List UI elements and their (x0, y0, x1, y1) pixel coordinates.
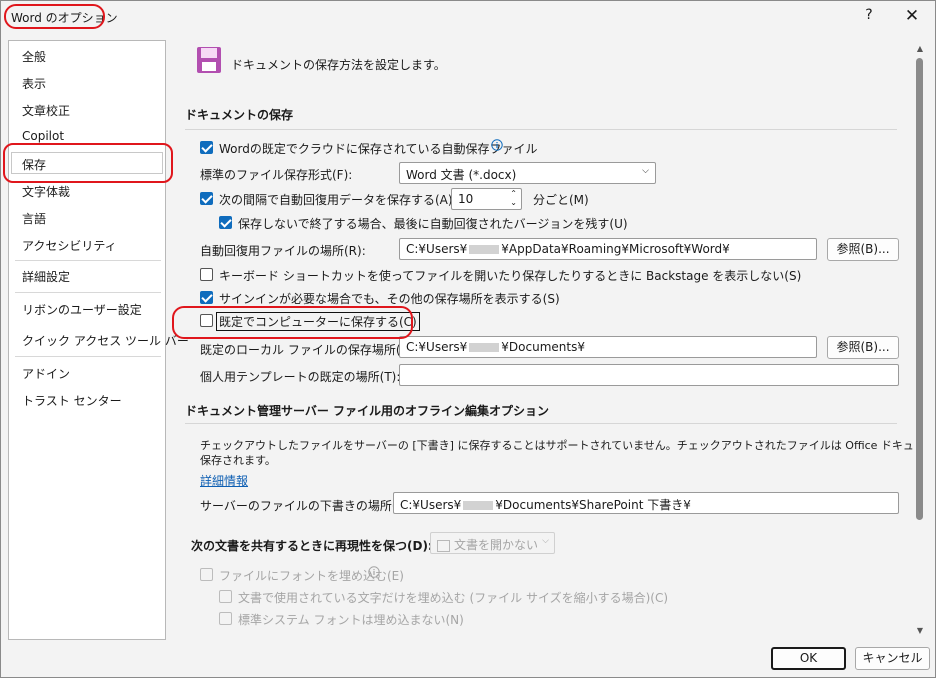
embed-used-chars-checkbox[interactable] (219, 590, 232, 603)
spinner-arrows-icon[interactable]: ⌃ ⌄ (510, 189, 517, 207)
show-locations-checkbox[interactable] (200, 291, 213, 304)
section-heading-offline: ドキュメント管理サーバー ファイル用のオフライン編集オプション (185, 404, 550, 418)
browse-autorecover-button[interactable]: 参照(B)... (827, 238, 899, 261)
save-to-computer-highlight-circle (172, 306, 413, 339)
backstage-checkbox[interactable] (200, 268, 213, 281)
close-button[interactable]: ✕ (901, 5, 923, 27)
local-location-label: 既定のローカル ファイルの保存場所(I): (200, 343, 413, 357)
path-suffix: ¥Documents¥SharePoint 下書き¥ (495, 498, 691, 512)
sidebar-item-proofing[interactable]: 文章校正 (22, 102, 70, 119)
section-divider (185, 423, 897, 424)
sidebar-divider (15, 292, 161, 293)
sidebar-item-addins[interactable]: アドイン (22, 365, 70, 382)
default-format-value: Word 文書 (*.docx) (406, 168, 517, 182)
autorecover-label: 次の間隔で自動回復用データを保存する(A): (219, 193, 457, 207)
autorecover-location-label: 自動回復用ファイルの場所(R): (200, 244, 366, 258)
redacted-username (463, 501, 494, 510)
path-prefix: C:¥Users¥ (400, 498, 462, 512)
section-heading-fidelity: 次の文書を共有するときに再現性を保つ(D): (191, 539, 433, 553)
scrollbar-thumb[interactable] (916, 58, 923, 520)
sidebar-divider (15, 260, 161, 261)
content-scrollbar[interactable]: ▲ ▼ (913, 42, 927, 640)
fidelity-document-select[interactable]: 文書を開かない ⌵ (430, 532, 555, 554)
template-location-field[interactable] (399, 364, 899, 386)
info-icon (368, 566, 380, 578)
no-common-fonts-label: 標準システム フォントは埋め込まない(N) (238, 613, 464, 627)
offline-description-line2: 保存されます。 (200, 454, 276, 467)
backstage-label: キーボード ショートカットを使ってファイルを開いたり保存したりするときに Bac… (219, 269, 802, 283)
document-icon (437, 539, 450, 552)
browse-local-button[interactable]: 参照(B)... (827, 336, 899, 359)
sidebar-item-language[interactable]: 言語 (22, 210, 46, 227)
floppy-save-icon (197, 47, 221, 73)
section-divider (185, 129, 897, 130)
path-prefix: C:¥Users¥ (406, 340, 468, 354)
ok-button[interactable]: OK (771, 647, 846, 670)
title-highlight-circle (4, 4, 105, 29)
scroll-down-icon[interactable]: ▼ (914, 626, 926, 635)
path-suffix: ¥AppData¥Roaming¥Microsoft¥Word¥ (501, 242, 730, 256)
autorecover-location-field[interactable]: C:¥Users¥ ¥AppData¥Roaming¥Microsoft¥Word… (399, 238, 817, 260)
autosave-cloud-checkbox[interactable] (200, 141, 213, 154)
no-common-fonts-checkbox[interactable] (219, 612, 232, 625)
category-sidebar: 全般 表示 文章校正 Copilot 保存 文字体裁 言語 アクセシビリティ 詳… (8, 40, 189, 640)
chevron-down-icon: ⌵ (542, 536, 549, 546)
keep-last-version-label: 保存しないで終了する場合、最後に自動回復されたバージョンを残す(U) (238, 217, 628, 231)
autorecover-unit: 分ごと(M) (533, 193, 589, 207)
drafts-location-label: サーバーのファイルの下書きの場所(V): (200, 499, 414, 513)
sidebar-divider (15, 356, 161, 357)
local-location-field[interactable]: C:¥Users¥ ¥Documents¥ (399, 336, 817, 358)
chevron-down-icon: ⌵ (642, 166, 649, 176)
template-location-label: 個人用テンプレートの既定の場所(T): (200, 370, 401, 384)
section-heading-save: ドキュメントの保存 (185, 108, 294, 122)
default-format-select[interactable]: Word 文書 (*.docx) ⌵ (399, 162, 656, 184)
fidelity-document-value: 文書を開かない (454, 538, 539, 552)
show-locations-label: サインインが必要な場合でも、その他の保存場所を表示する(S) (219, 292, 560, 306)
sidebar-item-accessibility[interactable]: アクセシビリティ (22, 237, 117, 254)
sidebar-item-trust-center[interactable]: トラスト センター (22, 392, 122, 409)
info-icon (491, 139, 503, 151)
drafts-location-field[interactable]: C:¥Users¥ ¥Documents¥SharePoint 下書き¥ (393, 492, 899, 514)
autorecover-checkbox[interactable] (200, 192, 213, 205)
options-dialog: Word のオプション ? ✕ 全般 表示 文章校正 Copilot 保存 文字… (0, 0, 936, 678)
offline-description-line1: チェックアウトしたファイルをサーバーの [下書き] に保存することはサポートされ… (200, 439, 913, 452)
autorecover-minutes-spinner[interactable]: 10 ⌃ ⌄ (451, 188, 522, 210)
sidebar-item-display[interactable]: 表示 (22, 75, 46, 92)
path-suffix: ¥Documents¥ (501, 340, 585, 354)
embed-used-chars-label: 文書で使用されている文字だけを埋め込む (ファイル サイズを縮小する場合)(C) (238, 591, 669, 605)
sidebar-item-advanced[interactable]: 詳細設定 (22, 268, 70, 285)
page-subtitle: ドキュメントの保存方法を設定します。 (231, 58, 446, 72)
scroll-up-icon[interactable]: ▲ (914, 44, 926, 53)
embed-fonts-checkbox[interactable] (200, 568, 213, 581)
sidebar-save-highlight-circle (3, 143, 173, 183)
keep-last-version-checkbox[interactable] (219, 216, 232, 229)
sidebar-item-quick-access[interactable]: クイック アクセス ツール バー (22, 332, 189, 349)
autorecover-minutes-value: 10 (458, 192, 474, 206)
redacted-username (469, 343, 500, 352)
autosave-cloud-label: Wordの既定でクラウドに保存されている自動保存ファイル (219, 142, 538, 156)
sidebar-item-typography[interactable]: 文字体裁 (22, 183, 70, 200)
help-button[interactable]: ? (861, 7, 877, 23)
redacted-username (469, 245, 500, 254)
cancel-button[interactable]: キャンセル (855, 647, 930, 670)
title-bar: Word のオプション ? ✕ (1, 1, 935, 33)
default-format-label: 標準のファイル保存形式(F): (200, 168, 353, 182)
path-prefix: C:¥Users¥ (406, 242, 468, 256)
sidebar-item-ribbon[interactable]: リボンのユーザー設定 (22, 301, 142, 318)
more-info-link[interactable]: 詳細情報 (200, 472, 248, 489)
sidebar-item-copilot[interactable]: Copilot (22, 129, 64, 143)
sidebar-item-general[interactable]: 全般 (22, 48, 46, 65)
